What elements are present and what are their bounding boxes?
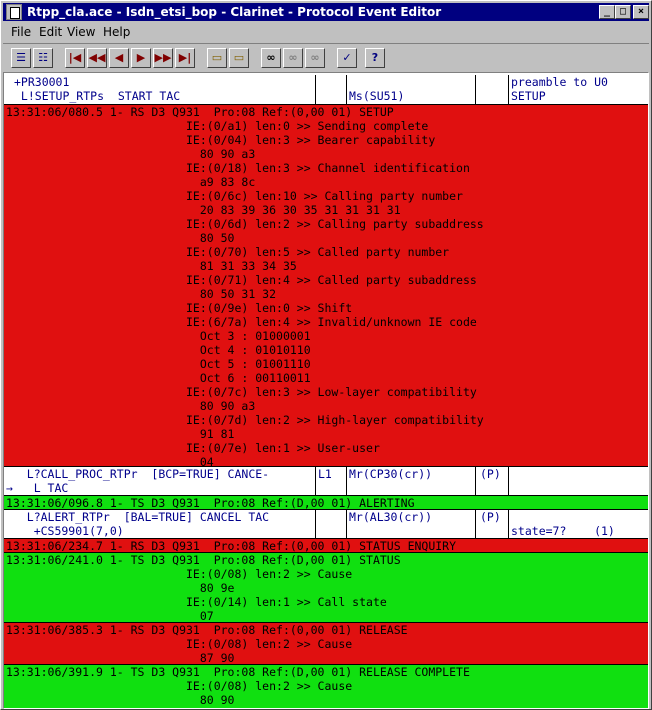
edit-check-icon[interactable]: ✓ (337, 48, 357, 68)
collapse-view-icon[interactable]: ☰ (11, 48, 31, 68)
menu-bar: File Edit View Help (3, 23, 649, 41)
title-bar[interactable]: Rtpp_cla.ace - Isdn_etsi_bop - Clarinet … (3, 3, 649, 21)
label-cell (316, 510, 347, 539)
comment-cell: preamble to U0 SETUP (511, 75, 608, 103)
next-event-button[interactable]: ▶ (131, 48, 151, 68)
event-setup[interactable]: 13:31:06/080.5 1- RS D3 Q931 Pro:08 Ref:… (4, 104, 648, 469)
expand-view-icon[interactable]: ☷ (33, 48, 53, 68)
menu-edit[interactable]: Edit (39, 25, 62, 39)
toolbar: ☰ ☷ |◀ ◀◀ ◀ ▶ ▶▶ ▶| ▭ ▭ ∞ ∞ ∞ ✓ ? (3, 43, 649, 73)
behaviour-cell: +PR30001 L!SETUP_RTPs START TAC (4, 75, 316, 104)
menu-file[interactable]: File (11, 25, 31, 39)
find-binoculars-icon[interactable]: ∞ (261, 48, 281, 68)
menu-view[interactable]: View (67, 25, 95, 39)
event-status-enquiry[interactable]: 13:31:06/234.7 1- RS D3 Q931 Pro:08 Ref:… (4, 538, 648, 553)
minimize-button[interactable]: _ (599, 5, 615, 19)
event-list[interactable]: +PR30001 L!SETUP_RTPs START TAC Ms(SU51)… (3, 72, 649, 709)
prev-event-button[interactable]: ◀ (109, 48, 129, 68)
first-event-button[interactable]: |◀ (65, 48, 85, 68)
close-button[interactable]: × (633, 5, 649, 19)
behaviour-cell: L?CALL_PROC_RTPr [BCP=TRUE] CANCE- → L T… (4, 467, 316, 496)
window-title: Rtpp_cla.ace - Isdn_etsi_bop - Clarinet … (27, 5, 442, 19)
app-window: Rtpp_cla.ace - Isdn_etsi_bop - Clarinet … (0, 0, 652, 710)
constraint-cell: Mr(CP30(cr)) (347, 467, 476, 496)
save-folder-icon[interactable]: ▭ (229, 48, 249, 68)
label-cell (316, 75, 347, 104)
event-alerting[interactable]: 13:31:06/096.8 1- TS D3 Q931 Pro:08 Ref:… (4, 495, 648, 510)
test-step-header-1[interactable]: +PR30001 L!SETUP_RTPs START TAC Ms(SU51)… (4, 75, 648, 104)
test-step-header-2[interactable]: L?CALL_PROC_RTPr [BCP=TRUE] CANCE- → L T… (4, 466, 648, 496)
app-icon[interactable] (6, 4, 22, 20)
event-release[interactable]: 13:31:06/385.3 1- RS D3 Q931 Pro:08 Ref:… (4, 622, 648, 665)
comment-cell (509, 467, 647, 496)
behaviour-cell: L?ALERT_RTPr [BAL=TRUE] CANCEL TAC +CS59… (4, 510, 316, 539)
last-event-button[interactable]: ▶| (175, 48, 195, 68)
find-prev-icon[interactable]: ∞ (305, 48, 325, 68)
label-cell: L1 (316, 467, 347, 496)
constraint-cell: Mr(AL30(cr)) (347, 510, 476, 539)
open-folder-icon[interactable]: ▭ (207, 48, 227, 68)
verdict-cell (476, 75, 509, 104)
prev-page-button[interactable]: ◀◀ (87, 48, 107, 68)
event-status[interactable]: 13:31:06/241.0 1- TS D3 Q931 Pro:08 Ref:… (4, 552, 648, 623)
verdict-cell: (P) (476, 467, 509, 496)
comment-cell: state=7? (1) (511, 524, 615, 538)
help-pointer-icon[interactable]: ? (365, 48, 385, 68)
event-release-complete[interactable]: 13:31:06/391.9 1- TS D3 Q931 Pro:08 Ref:… (4, 664, 648, 708)
constraint-cell: Ms(SU51) (347, 75, 476, 104)
maximize-button[interactable]: □ (615, 5, 631, 19)
menu-help[interactable]: Help (103, 25, 130, 39)
test-step-header-3[interactable]: L?ALERT_RTPr [BAL=TRUE] CANCEL TAC +CS59… (4, 509, 648, 539)
verdict-cell: (P) (476, 510, 509, 539)
next-page-button[interactable]: ▶▶ (153, 48, 173, 68)
find-next-icon[interactable]: ∞ (283, 48, 303, 68)
